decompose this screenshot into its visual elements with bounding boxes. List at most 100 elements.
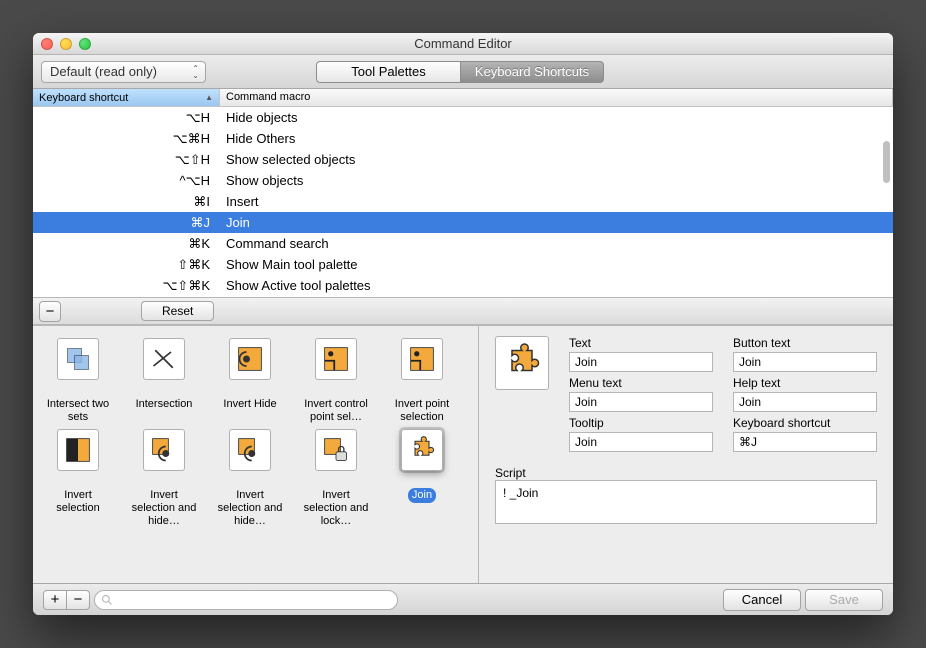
invert-selection-lock-icon — [315, 429, 357, 471]
column-header-macro[interactable]: Command macro — [220, 89, 893, 106]
table-row[interactable]: ⌥⇧HShow selected objects — [33, 149, 893, 170]
command-item-label: Join — [408, 488, 436, 503]
macro-cell: Show objects — [220, 170, 893, 191]
label-text: Text — [569, 336, 713, 350]
field-button-text[interactable]: Join — [733, 352, 877, 372]
midbar: − Reset — [33, 297, 893, 325]
table-row[interactable]: ⌥⌘HHide Others — [33, 128, 893, 149]
field-tooltip[interactable]: Join — [569, 432, 713, 452]
shortcut-list[interactable]: ⌥HHide objects⌥⌘HHide Others⌥⇧HShow sele… — [33, 107, 893, 297]
macro-cell: Show Active tool palettes — [220, 275, 893, 296]
table-row[interactable]: ⌥HHide objects — [33, 107, 893, 128]
shortcut-cell: ⌘J — [33, 212, 220, 233]
script-section: Script ! _Join — [495, 466, 877, 524]
table-row[interactable]: ⌘IInsert — [33, 191, 893, 212]
command-item-invert-selection-lock[interactable]: Invert selection and lock… — [297, 429, 375, 529]
sort-indicator-icon: ▲ — [205, 93, 213, 102]
command-item-label: Invert selection and hide… — [125, 488, 203, 529]
tab-label: Keyboard Shortcuts — [475, 64, 589, 79]
table-row[interactable]: ^⌥HShow objects — [33, 170, 893, 191]
add-button[interactable]: + — [43, 590, 67, 610]
cancel-button[interactable]: Cancel — [723, 589, 801, 611]
command-item-intersection[interactable]: Intersection — [125, 338, 203, 425]
command-item-label: Invert point selection — [383, 397, 461, 425]
shortcut-cell: ⌥⇧⌘K — [33, 275, 220, 296]
command-item-invert-selection-hide2[interactable]: Invert selection and hide… — [211, 429, 289, 529]
save-button[interactable]: Save — [805, 589, 883, 611]
macro-cell: Show selected objects — [220, 149, 893, 170]
zoom-icon[interactable] — [79, 38, 91, 50]
search-icon — [101, 594, 113, 606]
shortcut-cell: ⌥⇧H — [33, 149, 220, 170]
table-row[interactable]: ⇧⌘KShow Main tool palette — [33, 254, 893, 275]
macro-cell: Hide Others — [220, 128, 893, 149]
search-field[interactable] — [94, 590, 398, 610]
label-shortcut: Keyboard shortcut — [733, 416, 877, 430]
command-item-label: Invert selection and hide… — [211, 488, 289, 529]
minimize-icon[interactable] — [60, 38, 72, 50]
shortcut-cell: ^⌥H — [33, 170, 220, 191]
mode-dropdown[interactable]: Default (read only) — [41, 61, 206, 83]
reset-button[interactable]: Reset — [141, 301, 214, 321]
field-help-text[interactable]: Join — [733, 392, 877, 412]
detail-panel: Text Join Button text Join Menu text Joi… — [478, 326, 893, 583]
command-item-label: Intersection — [132, 397, 197, 412]
command-item-label: Invert selection — [39, 488, 117, 516]
tab-tool-palettes[interactable]: Tool Palettes — [316, 61, 460, 83]
command-item-invert-control-point-sel[interactable]: Invert control point sel… — [297, 338, 375, 425]
command-item-label: Invert control point sel… — [297, 397, 375, 425]
invert-selection-hide2-icon — [229, 429, 271, 471]
column-header-shortcut[interactable]: Keyboard shortcut ▲ — [33, 89, 220, 106]
window-title: Command Editor — [414, 36, 512, 51]
command-item-intersect-two-sets[interactable]: Intersect two sets — [39, 338, 117, 425]
scrollbar-thumb[interactable] — [883, 141, 890, 183]
label-help-text: Help text — [733, 376, 877, 390]
command-item-invert-point-selection[interactable]: Invert point selection — [383, 338, 461, 425]
table-row[interactable]: ⌘JJoin — [33, 212, 893, 233]
collapse-button[interactable]: − — [39, 301, 61, 322]
toolbar: Default (read only) Tool Palettes Keyboa… — [33, 55, 893, 89]
shortcut-cell: ⇧⌘K — [33, 254, 220, 275]
invert-control-point-sel-icon — [315, 338, 357, 380]
column-label: Keyboard shortcut — [39, 92, 128, 104]
command-icon-grid[interactable]: Intersect two sets Intersection Invert Hid… — [33, 326, 478, 583]
intersect-two-sets-icon — [57, 338, 99, 380]
invert-hide-icon — [229, 338, 271, 380]
view-tabs: Tool Palettes Keyboard Shortcuts — [316, 61, 604, 83]
footer: + − Cancel Save — [33, 583, 893, 615]
remove-button[interactable]: − — [66, 590, 90, 610]
property-grid: Text Join Button text Join Menu text Joi… — [569, 336, 877, 452]
macro-cell: Show Main tool palette — [220, 254, 893, 275]
command-item-invert-hide[interactable]: Invert Hide — [211, 338, 289, 425]
properties: Text Join Button text Join Menu text Joi… — [495, 336, 877, 452]
shortcut-cell: ⌥⌘H — [33, 128, 220, 149]
tab-keyboard-shortcuts[interactable]: Keyboard Shortcuts — [460, 61, 604, 83]
join-icon — [401, 429, 443, 471]
shortcut-cell: ⌥H — [33, 107, 220, 128]
command-item-invert-selection[interactable]: Invert selection — [39, 429, 117, 529]
puzzle-icon — [502, 343, 542, 383]
invert-selection-icon — [57, 429, 99, 471]
label-button-text: Button text — [733, 336, 877, 350]
field-shortcut[interactable]: ⌘J — [733, 432, 877, 452]
macro-cell: Join — [220, 212, 893, 233]
command-item-invert-selection-hide[interactable]: Invert selection and hide… — [125, 429, 203, 529]
macro-cell: Insert — [220, 191, 893, 212]
window-controls — [41, 38, 91, 50]
label-tooltip: Tooltip — [569, 416, 713, 430]
field-text[interactable]: Join — [569, 352, 713, 372]
table-row[interactable]: ⌘KCommand search — [33, 233, 893, 254]
command-item-join[interactable]: Join — [383, 429, 461, 529]
shortcut-cell: ⌘K — [33, 233, 220, 254]
titlebar[interactable]: Command Editor — [33, 33, 893, 55]
label-menu-text: Menu text — [569, 376, 713, 390]
table-row[interactable]: ⌥⇧⌘KShow Active tool palettes — [33, 275, 893, 296]
field-script[interactable]: ! _Join — [495, 480, 877, 524]
lower-area: Intersect two sets Intersection Invert Hid… — [33, 325, 893, 583]
field-menu-text[interactable]: Join — [569, 392, 713, 412]
macro-cell: Hide objects — [220, 107, 893, 128]
label-script: Script — [495, 466, 877, 480]
intersection-icon — [143, 338, 185, 380]
content: Keyboard shortcut ▲ Command macro ⌥HHide … — [33, 89, 893, 583]
close-icon[interactable] — [41, 38, 53, 50]
